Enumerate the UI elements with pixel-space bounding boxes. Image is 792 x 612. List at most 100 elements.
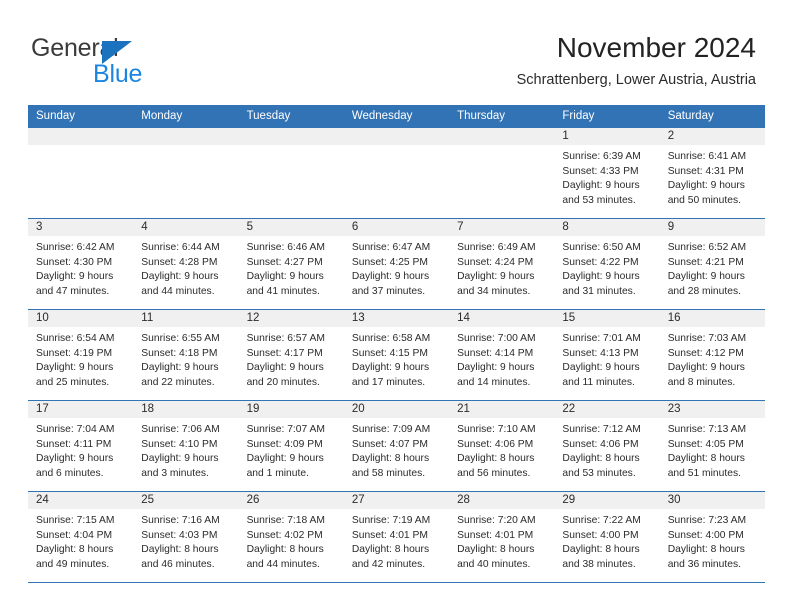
day-number: 21: [449, 401, 555, 418]
calendar-day-cell[interactable]: 15 Sunrise: 7:01 AM Sunset: 4:13 PM Dayligh…: [554, 309, 660, 401]
calendar-day-cell[interactable]: 17 Sunrise: 7:04 AM Sunset: 4:11 PM Dayligh…: [28, 400, 134, 492]
calendar-day-cell[interactable]: 8 Sunrise: 6:50 AM Sunset: 4:22 PM Daylight…: [554, 218, 660, 310]
calendar-day-cell[interactable]: 6 Sunrise: 6:47 AM Sunset: 4:25 PM Daylight…: [343, 218, 450, 310]
day-number: 2: [659, 128, 765, 145]
day-number: 4: [133, 219, 239, 236]
day-number: 19: [238, 401, 344, 418]
day-detail-line: Daylight: 8 hours: [36, 544, 114, 556]
day-number: 30: [659, 492, 765, 509]
day-detail-line: Daylight: 9 hours: [246, 362, 324, 374]
day-detail-line: Daylight: 9 hours: [141, 271, 219, 283]
generalblue-logo[interactable]: General Blue: [31, 34, 231, 88]
day-detail-line: Sunset: 4:10 PM: [141, 438, 218, 450]
calendar-day-cell[interactable]: 1 Sunrise: 6:39 AM Sunset: 4:33 PM Daylight…: [554, 127, 660, 219]
weekday-header-friday: Friday: [554, 105, 660, 128]
day-detail-line: and 38 minutes.: [562, 558, 636, 570]
calendar-day-cell[interactable]: 27 Sunrise: 7:19 AM Sunset: 4:01 PM Dayligh…: [343, 491, 450, 583]
day-details: Sunrise: 7:10 AM Sunset: 4:06 PM Daylight:…: [449, 418, 554, 481]
day-number: [133, 128, 239, 145]
calendar-day-cell[interactable]: 16 Sunrise: 7:03 AM Sunset: 4:12 PM Dayligh…: [659, 309, 765, 401]
day-detail-line: Sunset: 4:12 PM: [667, 347, 744, 359]
day-detail-line: Sunrise: 6:54 AM: [36, 333, 115, 344]
day-detail-line: Daylight: 8 hours: [351, 453, 430, 465]
day-detail-line: Sunrise: 6:46 AM: [246, 242, 325, 253]
day-detail-line: and 11 minutes.: [562, 376, 635, 388]
page-title: November 2024: [556, 32, 756, 63]
day-detail-line: Daylight: 9 hours: [36, 453, 114, 465]
day-detail-line: Sunrise: 7:16 AM: [141, 515, 220, 526]
day-detail-line: Sunset: 4:25 PM: [351, 256, 428, 268]
calendar-day-cell[interactable]: 30 Sunrise: 7:23 AM Sunset: 4:00 PM Dayligh…: [659, 491, 765, 583]
day-detail-line: and 20 minutes.: [246, 376, 320, 388]
calendar-day-cell[interactable]: 11 Sunrise: 6:55 AM Sunset: 4:18 PM Dayligh…: [133, 309, 239, 401]
day-details: Sunrise: 6:42 AM Sunset: 4:30 PM Daylight:…: [28, 236, 133, 299]
day-detail-line: Sunrise: 6:50 AM: [562, 242, 641, 253]
day-detail-line: and 1 minute.: [246, 467, 309, 479]
day-details: Sunrise: 6:52 AM Sunset: 4:21 PM Daylight:…: [660, 236, 765, 299]
calendar-day-cell[interactable]: 3 Sunrise: 6:42 AM Sunset: 4:30 PM Daylight…: [28, 218, 134, 310]
day-details: Sunrise: 7:18 AM Sunset: 4:02 PM Daylight:…: [239, 509, 344, 572]
day-detail-line: Daylight: 8 hours: [457, 453, 535, 465]
calendar-day-cell[interactable]: 13 Sunrise: 6:58 AM Sunset: 4:15 PM Dayligh…: [343, 309, 450, 401]
day-detail-line: Sunrise: 7:03 AM: [667, 333, 747, 344]
calendar-day-cell[interactable]: 10 Sunrise: 6:54 AM Sunset: 4:19 PM Dayligh…: [28, 309, 134, 401]
day-detail-line: and 22 minutes.: [141, 376, 215, 388]
day-details: Sunrise: 6:39 AM Sunset: 4:33 PM Daylight:…: [554, 145, 659, 208]
day-detail-line: Sunset: 4:06 PM: [457, 438, 534, 450]
calendar-day-cell[interactable]: 22 Sunrise: 7:12 AM Sunset: 4:06 PM Dayligh…: [554, 400, 660, 492]
day-detail-line: and 58 minutes.: [351, 467, 426, 479]
day-number: 16: [659, 310, 765, 327]
calendar-day-cell[interactable]: 26 Sunrise: 7:18 AM Sunset: 4:02 PM Dayligh…: [238, 491, 344, 583]
day-detail-line: Daylight: 8 hours: [562, 544, 640, 556]
calendar-day-cell[interactable]: 4 Sunrise: 6:44 AM Sunset: 4:28 PM Daylight…: [133, 218, 239, 310]
calendar-day-cell[interactable]: 12 Sunrise: 6:57 AM Sunset: 4:17 PM Dayligh…: [238, 309, 344, 401]
day-number: 18: [133, 401, 239, 418]
calendar-day-cell[interactable]: 7 Sunrise: 6:49 AM Sunset: 4:24 PM Daylight…: [449, 218, 555, 310]
day-detail-line: and 47 minutes.: [36, 285, 110, 297]
day-detail-line: Daylight: 8 hours: [141, 544, 219, 556]
day-detail-line: Sunset: 4:05 PM: [667, 438, 744, 450]
day-detail-line: and 31 minutes.: [562, 285, 636, 297]
day-detail-line: Sunrise: 7:22 AM: [562, 515, 641, 526]
day-detail-line: Sunset: 4:19 PM: [36, 347, 113, 359]
calendar-day-cell[interactable]: 9 Sunrise: 6:52 AM Sunset: 4:21 PM Daylight…: [659, 218, 765, 310]
day-detail-line: Sunset: 4:31 PM: [667, 165, 744, 177]
day-number: 13: [343, 310, 450, 327]
day-detail-line: Daylight: 8 hours: [562, 453, 640, 465]
calendar-day-cell-empty: [238, 127, 344, 219]
weekday-header-tuesday: Tuesday: [238, 105, 344, 128]
day-details: Sunrise: 7:13 AM Sunset: 4:05 PM Daylight:…: [660, 418, 765, 481]
calendar-day-cell[interactable]: 24 Sunrise: 7:15 AM Sunset: 4:04 PM Dayligh…: [28, 491, 134, 583]
calendar-day-cell[interactable]: 28 Sunrise: 7:20 AM Sunset: 4:01 PM Dayligh…: [449, 491, 555, 583]
calendar-day-cell[interactable]: 21 Sunrise: 7:10 AM Sunset: 4:06 PM Dayligh…: [449, 400, 555, 492]
day-detail-line: Sunset: 4:03 PM: [141, 529, 218, 541]
day-detail-line: Sunrise: 7:20 AM: [457, 515, 536, 526]
day-number: 26: [238, 492, 344, 509]
day-detail-line: Sunrise: 7:09 AM: [351, 424, 431, 435]
day-detail-line: Sunrise: 6:39 AM: [562, 151, 641, 162]
calendar-day-cell[interactable]: 14 Sunrise: 7:00 AM Sunset: 4:14 PM Dayligh…: [449, 309, 555, 401]
day-details: Sunrise: 7:03 AM Sunset: 4:12 PM Daylight:…: [660, 327, 765, 390]
calendar-day-cell[interactable]: 5 Sunrise: 6:46 AM Sunset: 4:27 PM Daylight…: [238, 218, 344, 310]
day-number: [343, 128, 450, 145]
calendar-day-cell[interactable]: 23 Sunrise: 7:13 AM Sunset: 4:05 PM Dayligh…: [659, 400, 765, 492]
day-detail-line: and 56 minutes.: [457, 467, 531, 479]
day-detail-line: Sunset: 4:01 PM: [457, 529, 534, 541]
day-detail-line: Sunset: 4:01 PM: [351, 529, 428, 541]
day-number: 22: [554, 401, 660, 418]
day-number: 1: [554, 128, 660, 145]
calendar-day-cell[interactable]: 20 Sunrise: 7:09 AM Sunset: 4:07 PM Dayligh…: [343, 400, 450, 492]
day-detail-line: and 44 minutes.: [141, 285, 215, 297]
day-detail-line: Daylight: 8 hours: [351, 544, 430, 556]
day-number: 15: [554, 310, 660, 327]
day-detail-line: Daylight: 9 hours: [141, 453, 219, 465]
calendar-day-cell[interactable]: 25 Sunrise: 7:16 AM Sunset: 4:03 PM Dayligh…: [133, 491, 239, 583]
calendar-day-cell[interactable]: 29 Sunrise: 7:22 AM Sunset: 4:00 PM Dayligh…: [554, 491, 660, 583]
day-number: 23: [659, 401, 765, 418]
day-detail-line: Sunset: 4:14 PM: [457, 347, 534, 359]
calendar-day-cell[interactable]: 2 Sunrise: 6:41 AM Sunset: 4:31 PM Daylight…: [659, 127, 765, 219]
calendar-day-cell-empty: [343, 127, 450, 219]
day-detail-line: Daylight: 8 hours: [246, 544, 324, 556]
calendar-day-cell[interactable]: 19 Sunrise: 7:07 AM Sunset: 4:09 PM Dayligh…: [238, 400, 344, 492]
calendar-day-cell[interactable]: 18 Sunrise: 7:06 AM Sunset: 4:10 PM Dayligh…: [133, 400, 239, 492]
